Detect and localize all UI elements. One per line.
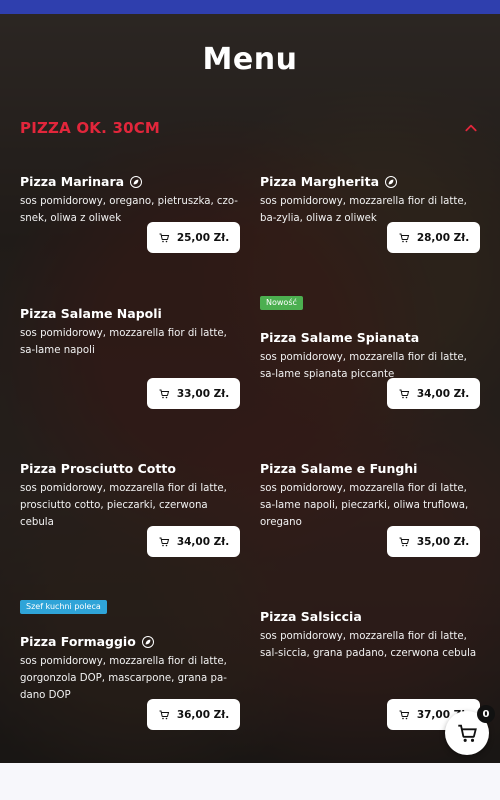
menu-item-description: sos pomidorowy, mozzarella fior di latte… — [260, 483, 469, 528]
vegan-leaf-icon — [141, 636, 154, 648]
menu-item: Pizza Prosciutto Cotto sos pomidorowy, m… — [20, 461, 240, 531]
cart-count-badge: 0 — [477, 705, 495, 723]
menu-item-name: Pizza Formaggio — [20, 634, 240, 650]
cart-icon — [158, 709, 170, 721]
menu-item-name: Pizza Marinara — [20, 174, 240, 190]
menu-item-name: Pizza Salame Napoli — [20, 306, 162, 321]
price-label: 25,00 Zł. — [176, 231, 230, 244]
cart-icon — [398, 232, 410, 244]
section-header-pizza[interactable]: PIZZA OK. 30CM — [20, 116, 480, 140]
page-title: Menu — [202, 42, 298, 77]
price-label: 36,00 Zł. — [176, 708, 230, 721]
menu-item: Pizza Salame Spianata sos pomidorowy, mo… — [260, 330, 480, 383]
top-app-bar — [0, 0, 500, 14]
menu-item-description: sos pomidorowy, mozzarella fior di latte… — [20, 656, 227, 701]
menu-item: Pizza Formaggio sos pomidorowy, mozzarel… — [20, 634, 240, 704]
cart-icon — [398, 536, 410, 548]
add-to-cart-button[interactable]: 34,00 Zł. — [147, 526, 240, 557]
add-to-cart-button[interactable]: 34,00 Zł. — [387, 378, 480, 409]
menu-item-name: Pizza Salsiccia — [260, 609, 362, 624]
menu-item-description: sos pomidorowy, mozzarella fior di latte… — [20, 328, 227, 356]
menu-item-name: Pizza Salame Spianata — [260, 330, 420, 345]
menu-item-name: Pizza Margherita — [260, 174, 480, 190]
cart-icon — [398, 709, 410, 721]
chef-recommends-badge: Szef kuchni poleca — [20, 600, 107, 614]
add-to-cart-button[interactable]: 36,00 Zł. — [147, 699, 240, 730]
cart-icon — [398, 388, 410, 400]
chevron-up-icon[interactable] — [462, 119, 480, 137]
menu-item: Pizza Salsiccia sos pomidorowy, mozzarel… — [260, 609, 480, 662]
bottom-area — [0, 763, 500, 800]
add-to-cart-button[interactable]: 35,00 Zł. — [387, 526, 480, 557]
cart-icon — [158, 536, 170, 548]
menu-content: Menu PIZZA OK. 30CM Pizza Marinara sos p… — [0, 14, 500, 763]
price-label: 35,00 Zł. — [416, 535, 470, 548]
menu-item: Pizza Salame Napoli sos pomidorowy, mozz… — [20, 306, 240, 359]
price-label: 33,00 Zł. — [176, 387, 230, 400]
cart-icon — [458, 724, 477, 742]
menu-item-name: Pizza Prosciutto Cotto — [20, 461, 176, 476]
vegan-leaf-icon — [130, 176, 143, 188]
cart-icon — [158, 388, 170, 400]
menu-item-description: sos pomidorowy, mozzarella fior di latte… — [260, 631, 477, 659]
floating-cart-button[interactable]: 0 — [445, 705, 495, 755]
add-to-cart-button[interactable]: 25,00 Zł. — [147, 222, 240, 253]
cart-icon — [158, 232, 170, 244]
new-badge: Nowość — [260, 296, 303, 310]
vegan-leaf-icon — [385, 176, 398, 188]
price-label: 34,00 Zł. — [176, 535, 230, 548]
menu-item: Pizza Marinara sos pomidorowy, oregano, … — [20, 174, 240, 227]
section-title: PIZZA OK. 30CM — [20, 119, 161, 137]
menu-item: Pizza Salame e Funghi sos pomidorowy, mo… — [260, 461, 480, 531]
add-to-cart-button[interactable]: 28,00 Zł. — [387, 222, 480, 253]
menu-item-name: Pizza Salame e Funghi — [260, 461, 418, 476]
price-label: 28,00 Zł. — [416, 231, 470, 244]
menu-item-description: sos pomidorowy, mozzarella fior di latte… — [20, 483, 227, 528]
menu-hero-background: Menu PIZZA OK. 30CM Pizza Marinara sos p… — [0, 14, 500, 763]
menu-item: Pizza Margherita sos pomidorowy, mozzare… — [260, 174, 480, 227]
add-to-cart-button[interactable]: 33,00 Zł. — [147, 378, 240, 409]
price-label: 34,00 Zł. — [416, 387, 470, 400]
